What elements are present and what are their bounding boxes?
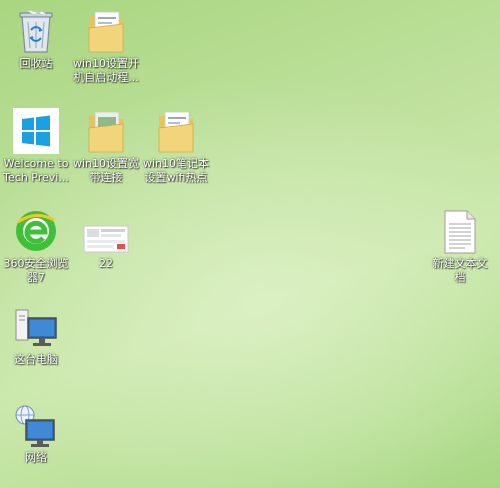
computer-icon bbox=[10, 300, 62, 350]
file-22-label: 22 bbox=[99, 257, 113, 270]
desktop-icon-this-pc[interactable]: 这台电脑 bbox=[0, 300, 73, 367]
desktop-icon-network[interactable]: 网络 bbox=[0, 398, 73, 465]
welcome-label: Welcome to Tech Previ... bbox=[3, 157, 69, 184]
folder-icon bbox=[80, 4, 132, 54]
recycle-bin-icon bbox=[10, 4, 62, 54]
desktop-icon-browser-360[interactable]: 360安全浏览 器7 bbox=[0, 204, 73, 285]
desktop-icon-welcome-tech-preview[interactable]: Welcome to Tech Previ... bbox=[0, 104, 73, 185]
desktop-icon-folder-win10-laptop-wifi[interactable]: win10笔记本 设置wifi热点 bbox=[139, 104, 213, 185]
360-browser-icon bbox=[10, 204, 62, 254]
desktop-icon-recycle-bin[interactable]: 回收站 bbox=[0, 4, 73, 71]
folder-icon bbox=[150, 104, 202, 154]
desktop-icon-new-text-document[interactable]: 新建文本文 档 bbox=[423, 204, 497, 285]
desktop-icon-folder-win10-broadband[interactable]: win10设置宽 带连接 bbox=[69, 104, 143, 185]
folder-icon bbox=[80, 104, 132, 154]
network-icon bbox=[10, 398, 62, 448]
folder-label: win10设置宽 带连接 bbox=[72, 157, 140, 184]
text-document-icon bbox=[434, 204, 486, 254]
windows-logo-icon bbox=[10, 104, 62, 154]
network-label: 网络 bbox=[25, 451, 47, 464]
recycle-bin-label: 回收站 bbox=[19, 57, 53, 70]
browser-360-label: 360安全浏览 器7 bbox=[3, 257, 69, 284]
folder-label: win10设置开 机自启动程... bbox=[72, 57, 140, 84]
desktop-icon-folder-win10-startup[interactable]: win10设置开 机自启动程... bbox=[69, 4, 143, 85]
folder-label: win10笔记本 设置wifi热点 bbox=[142, 157, 210, 184]
desktop[interactable]: { "desktop": { "wallpaper_colors": ["#a9… bbox=[0, 0, 500, 488]
new-text-document-label: 新建文本文 档 bbox=[432, 257, 488, 284]
desktop-icon-file-22[interactable]: 22 bbox=[69, 204, 143, 271]
this-pc-label: 这台电脑 bbox=[14, 353, 58, 366]
image-file-icon bbox=[80, 204, 132, 254]
